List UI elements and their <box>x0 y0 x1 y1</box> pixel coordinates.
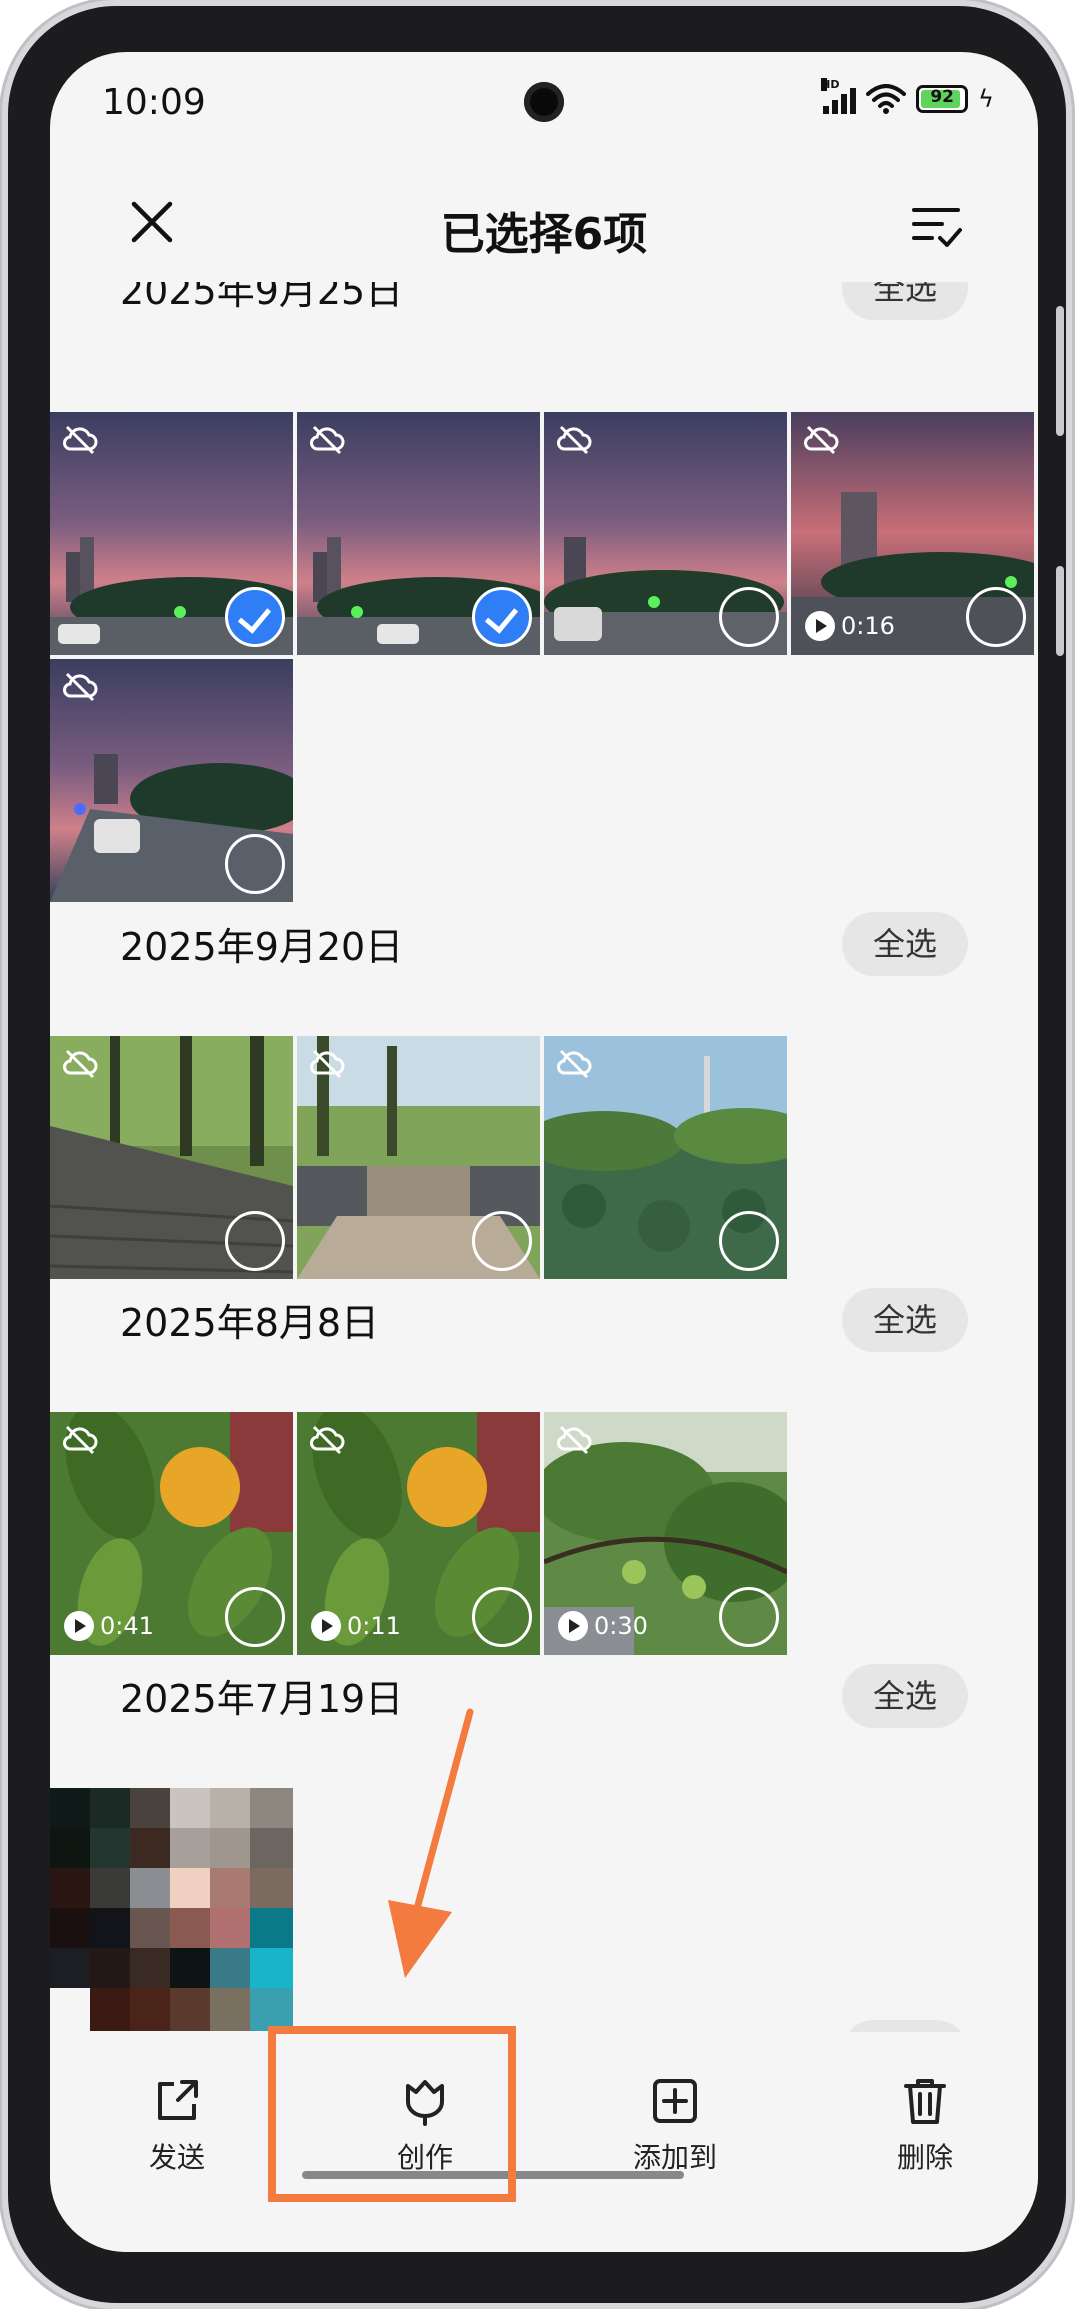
power-button <box>1056 566 1064 656</box>
select-all-button[interactable]: 全选 <box>842 1664 968 1728</box>
highlight-box <box>268 2026 516 2202</box>
delete-label: 删除 <box>896 2141 953 2174</box>
video-thumbnail[interactable]: 0:30 <box>544 1412 787 1655</box>
status-time: 10:09 <box>102 82 206 123</box>
selection-checkbox[interactable] <box>225 1211 285 1271</box>
select-all-button[interactable]: 全选 <box>842 1288 968 1352</box>
video-duration: 0:41 <box>100 1612 154 1640</box>
selection-checkbox[interactable] <box>719 1587 779 1647</box>
photo-thumbnail[interactable] <box>544 1036 787 1279</box>
photo-thumbnail[interactable] <box>297 1036 540 1279</box>
send-label: 发送 <box>148 2141 205 2174</box>
video-duration: 0:30 <box>594 1612 648 1640</box>
section-date: 2025年7月19日 <box>120 1677 404 1721</box>
trash-icon <box>904 2079 946 2124</box>
photo-thumbnail[interactable] <box>50 1036 293 1279</box>
selection-checkbox[interactable] <box>472 1587 532 1647</box>
bottom-action-bar: 发送 创作 添加到 删除 <box>50 2032 1038 2252</box>
selection-checkbox[interactable] <box>472 587 532 647</box>
status-bar: 10:09 HD 92 ϟ <box>50 52 1038 156</box>
selection-checkbox[interactable] <box>472 1211 532 1271</box>
add-to-label: 添加到 <box>632 2141 717 2174</box>
cloud-off-icon <box>557 425 592 455</box>
selection-checkbox[interactable] <box>719 1211 779 1271</box>
play-icon <box>558 1611 588 1641</box>
photo-thumbnail[interactable] <box>544 412 787 655</box>
photo-thumbnail[interactable] <box>50 412 293 655</box>
hd-label: HD <box>821 78 840 91</box>
video-badge: 0:11 <box>311 1611 401 1641</box>
video-badge: 0:30 <box>558 1611 648 1641</box>
selection-checkbox[interactable] <box>225 587 285 647</box>
cloud-off-icon <box>63 1425 98 1455</box>
cloud-off-icon <box>557 1425 592 1455</box>
select-all-button[interactable]: 全选 <box>842 282 968 320</box>
section-date: 2025年8月8日 <box>120 1301 380 1345</box>
selection-checkbox[interactable] <box>966 587 1026 647</box>
wifi-icon <box>866 84 907 114</box>
share-icon <box>158 2080 198 2120</box>
selection-header: 已选择6项 <box>50 172 1038 282</box>
volume-button <box>1056 306 1064 436</box>
battery-percent: 92 <box>930 87 954 107</box>
signal-icon: HD <box>821 78 857 114</box>
send-button[interactable]: 发送 <box>102 2072 252 2176</box>
photo-grid[interactable]: 2025年9月25日 全选 0:16 2025年9月20日 全选 2025年8月… <box>50 282 1038 2032</box>
video-badge: 0:41 <box>64 1611 154 1641</box>
section-date: 2025年9月25日 <box>120 282 404 313</box>
sort-check-icon[interactable] <box>906 194 966 254</box>
cloud-off-icon <box>63 425 98 455</box>
video-badge: 0:16 <box>805 611 895 641</box>
play-icon <box>64 1611 94 1641</box>
selection-checkbox[interactable] <box>225 834 285 894</box>
video-duration: 0:16 <box>841 612 895 640</box>
cloud-off-icon <box>804 425 839 455</box>
video-thumbnail[interactable]: 0:41 <box>50 1412 293 1655</box>
video-thumbnail[interactable]: 0:11 <box>297 1412 540 1655</box>
cloud-off-icon <box>63 672 98 702</box>
selection-checkbox[interactable] <box>225 1587 285 1647</box>
pixelated-photo <box>50 1788 293 2031</box>
status-icons: HD 92 ϟ <box>821 78 994 114</box>
video-thumbnail[interactable]: 0:16 <box>791 412 1034 655</box>
front-camera <box>524 82 564 122</box>
add-box-icon <box>653 2079 697 2123</box>
page-title: 已选择6项 <box>440 209 648 260</box>
cloud-off-icon <box>63 1049 98 1079</box>
delete-button[interactable]: 删除 <box>850 2072 1000 2176</box>
cloud-off-icon <box>557 1049 592 1079</box>
play-icon <box>805 611 835 641</box>
selection-checkbox[interactable] <box>719 587 779 647</box>
video-duration: 0:11 <box>347 1612 401 1640</box>
play-icon <box>311 1611 341 1641</box>
photo-thumbnail[interactable] <box>297 412 540 655</box>
charging-icon: ϟ <box>978 85 994 113</box>
select-all-button[interactable]: 全选 <box>842 912 968 976</box>
add-to-button[interactable]: 添加到 <box>600 2072 750 2176</box>
phone-frame: 10:09 HD 92 ϟ 已选择6项 2025年9月25日 全选 0:16 2… <box>8 6 1066 2303</box>
cloud-off-icon <box>310 1425 345 1455</box>
cloud-off-icon <box>310 425 345 455</box>
photo-thumbnail[interactable] <box>50 659 293 902</box>
section-date: 2025年9月20日 <box>120 925 404 969</box>
select-all-button[interactable]: 全选 <box>842 2020 968 2032</box>
photo-thumbnail[interactable] <box>50 1788 293 2031</box>
battery-icon: 92 <box>916 85 969 113</box>
cloud-off-icon <box>310 1049 345 1079</box>
screen: 10:09 HD 92 ϟ 已选择6项 2025年9月25日 全选 0:16 2… <box>50 52 1038 2252</box>
